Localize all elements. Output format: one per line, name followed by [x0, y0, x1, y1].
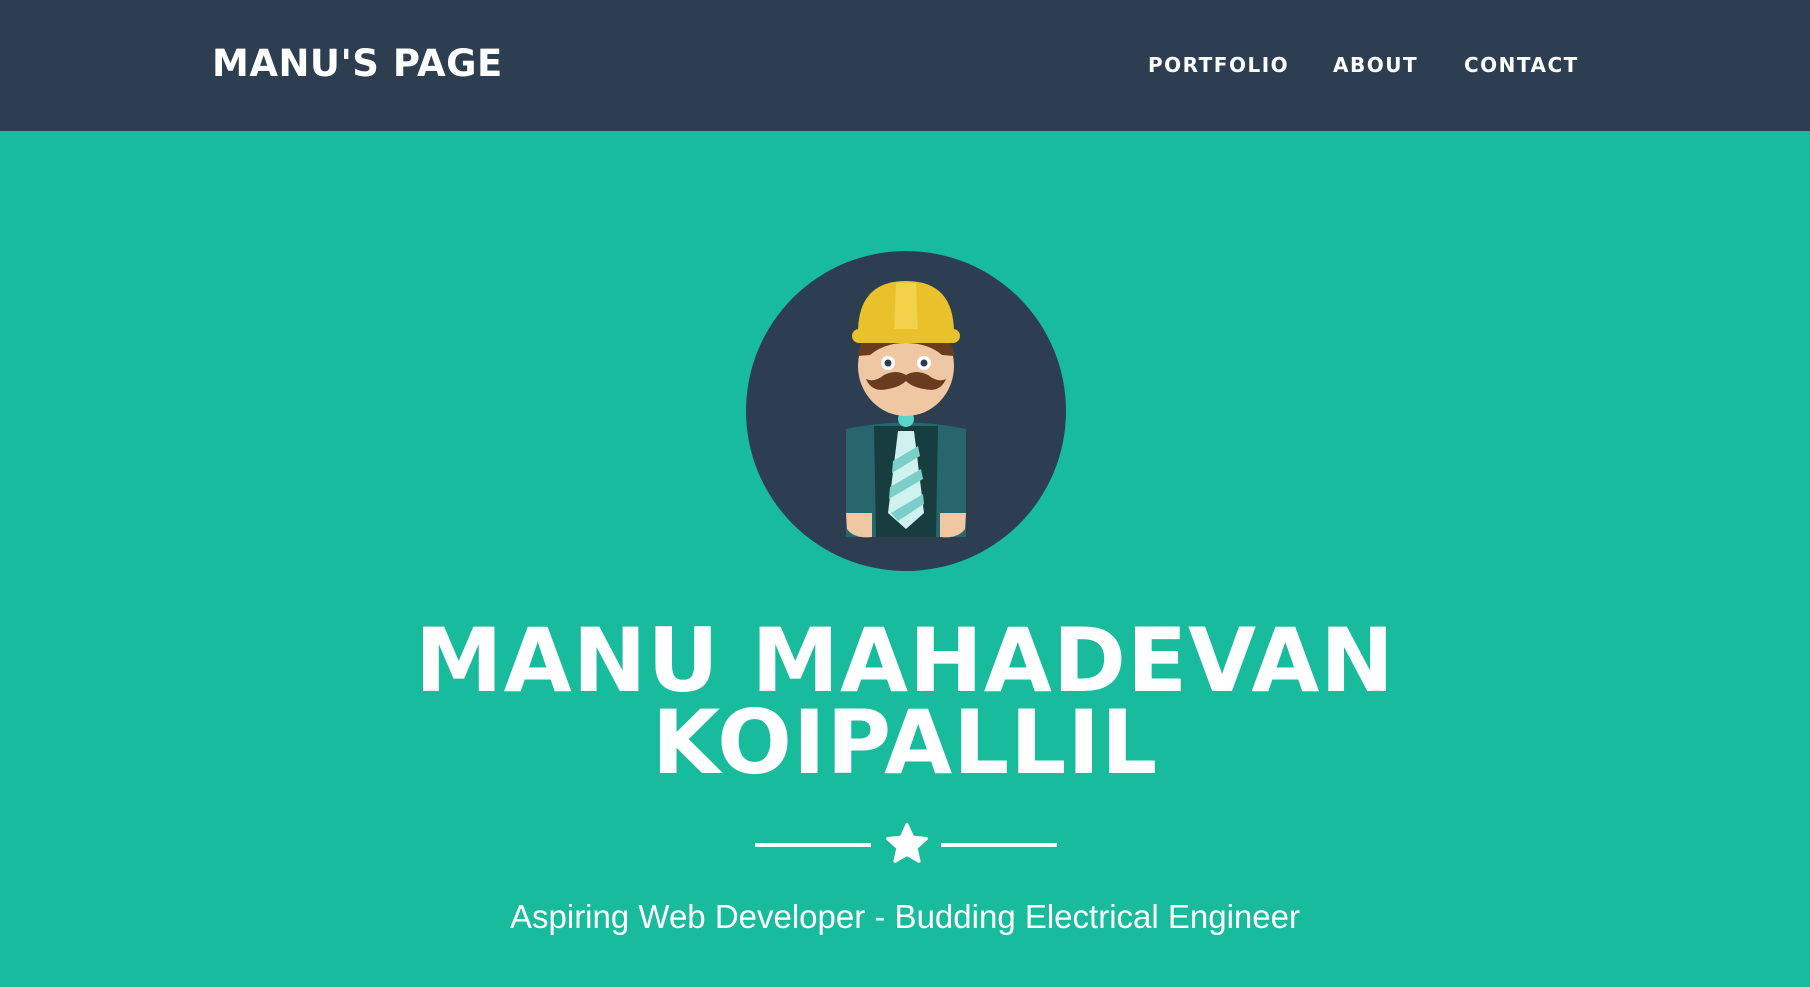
divider-line-right	[941, 843, 1057, 847]
star-divider	[755, 820, 1057, 870]
top-navbar: MANU'S PAGE PORTFOLIO ABOUT CONTACT	[0, 0, 1810, 131]
hero-name-line-1: MANU MAHADEVAN	[415, 609, 1395, 712]
nav-link-portfolio[interactable]: PORTFOLIO	[1148, 52, 1289, 78]
star-icon	[886, 823, 928, 863]
divider-line-left	[755, 843, 871, 847]
hero-name-line-2: KOIPALLIL	[651, 691, 1159, 794]
hero-tagline: Aspiring Web Developer - Budding Electri…	[510, 898, 1300, 935]
nav-link-about[interactable]: ABOUT	[1333, 52, 1418, 78]
nav-link-contact[interactable]: CONTACT	[1464, 52, 1579, 78]
engineer-avatar-icon	[746, 251, 1066, 571]
hero-name-heading: MANU MAHADEVAN KOIPALLIL	[0, 609, 1810, 794]
brand-link[interactable]: MANU'S PAGE	[212, 40, 503, 88]
